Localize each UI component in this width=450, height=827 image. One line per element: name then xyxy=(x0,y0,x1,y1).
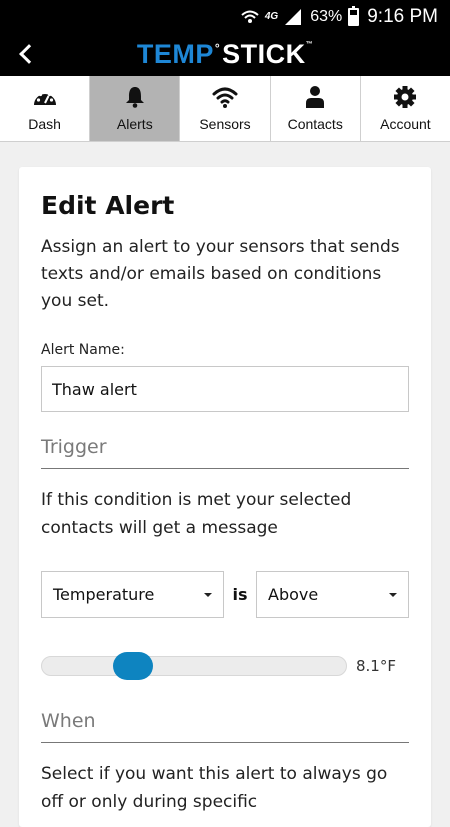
is-label: is xyxy=(232,585,248,604)
condition-row: Temperature is Above xyxy=(41,571,409,618)
condition-type-value: Temperature xyxy=(53,585,155,604)
bell-icon xyxy=(125,87,144,108)
condition-operator-select[interactable]: Above xyxy=(256,571,409,618)
tab-contacts[interactable]: Contacts xyxy=(271,76,361,141)
tab-account[interactable]: Account xyxy=(361,76,450,141)
tempstick-logo: TEMP ° STICK ™ xyxy=(136,39,314,69)
threshold-slider-track[interactable] xyxy=(41,652,347,680)
gear-icon xyxy=(394,86,417,108)
intro-text: Assign an alert to your sensors that sen… xyxy=(41,237,400,311)
threshold-slider-thumb[interactable] xyxy=(113,652,153,680)
threshold-value: 8.1°F xyxy=(356,657,396,675)
when-description: Select if you want this alert to always … xyxy=(41,764,388,812)
edit-alert-card: Edit Alert Assign an alert to your senso… xyxy=(19,167,431,827)
trigger-description: If this condition is met your selected c… xyxy=(41,490,352,538)
status-icons: 4G xyxy=(241,8,302,25)
back-arrow-icon[interactable] xyxy=(14,39,40,69)
caret-down-icon xyxy=(204,592,212,597)
condition-type-select[interactable]: Temperature xyxy=(41,571,224,618)
battery-percent: 63% xyxy=(310,7,343,25)
when-heading: When xyxy=(41,710,409,743)
wifi-icon xyxy=(212,87,238,108)
app-bar: TEMP ° STICK ™ xyxy=(0,33,450,76)
tab-label: Account xyxy=(380,116,431,132)
cell-signal-icon xyxy=(285,8,302,25)
threshold-slider-row: 8.1°F xyxy=(41,652,409,680)
tab-label: Sensors xyxy=(199,116,251,132)
condition-operator-value: Above xyxy=(268,585,319,604)
battery-icon xyxy=(348,5,360,26)
caret-down-icon xyxy=(389,592,397,597)
network-type-label: 4G xyxy=(264,11,279,22)
alert-name-label: Alert Name: xyxy=(41,342,125,358)
tab-label: Contacts xyxy=(287,116,343,132)
wifi-status-icon xyxy=(241,10,259,23)
tab-alerts[interactable]: Alerts xyxy=(90,76,181,141)
status-bar: 4G 63% 9:16 PM xyxy=(0,0,450,33)
status-time: 9:16 PM xyxy=(367,5,438,27)
trigger-heading: Trigger xyxy=(41,436,409,469)
tab-label: Alerts xyxy=(116,116,153,132)
alert-name-input[interactable] xyxy=(41,366,409,412)
person-icon xyxy=(306,86,325,108)
tab-label: Dash xyxy=(28,116,61,132)
tab-dash[interactable]: Dash xyxy=(0,76,91,141)
nav-tabs: Dash Alerts Sensors Contacts Account xyxy=(0,76,450,142)
page-title: Edit Alert xyxy=(41,191,175,220)
dashboard-icon xyxy=(33,90,56,105)
tab-sensors[interactable]: Sensors xyxy=(180,76,271,141)
